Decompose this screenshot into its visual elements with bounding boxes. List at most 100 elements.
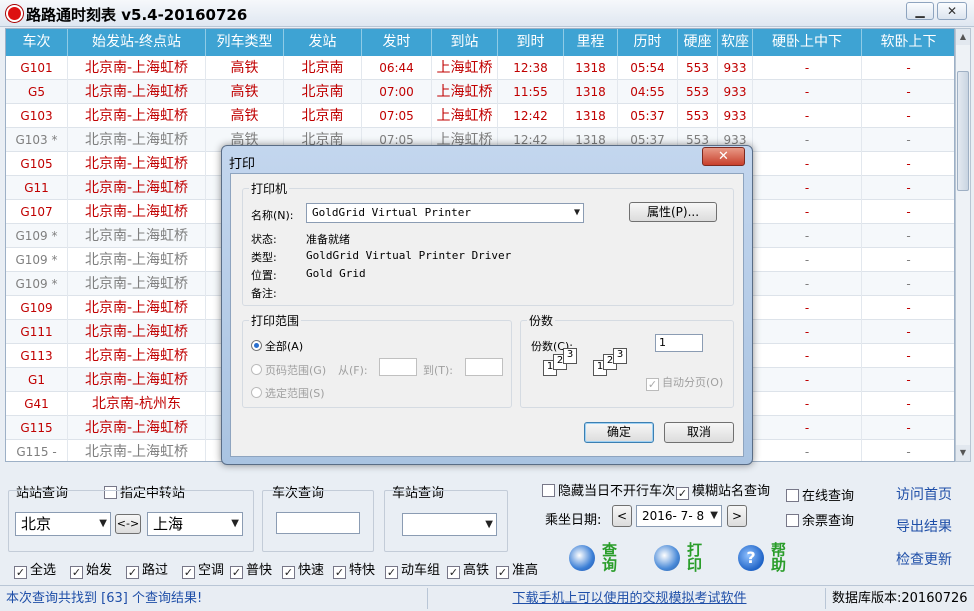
hide-checkbox[interactable]: 隐藏当日不开行车次 bbox=[542, 480, 675, 499]
table-cell: 12:38 bbox=[498, 56, 564, 80]
fuzzy-checkbox[interactable]: ✓ 模糊站名查询 bbox=[676, 480, 770, 500]
next-date-button[interactable]: > bbox=[727, 505, 747, 527]
scroll-up-icon[interactable]: ▲ bbox=[956, 29, 970, 45]
train-number-input[interactable] bbox=[276, 512, 360, 534]
table-cell: 北京南-杭州东 bbox=[68, 392, 206, 416]
chevron-down-icon: ▼ bbox=[573, 207, 580, 218]
printer-name-select[interactable]: GoldGrid Virtual Printer ▼ bbox=[306, 203, 584, 223]
table-cell: G109 * bbox=[6, 272, 68, 296]
column-header[interactable]: 软卧上下 bbox=[862, 29, 954, 56]
minimize-button[interactable]: ▁ bbox=[906, 2, 934, 20]
station-select[interactable]: ▼ bbox=[402, 513, 497, 536]
table-cell: - bbox=[862, 104, 954, 128]
filter-label: 全选 bbox=[30, 563, 57, 578]
swap-stations-button[interactable]: <-> bbox=[115, 514, 141, 534]
table-cell: 933 bbox=[718, 56, 753, 80]
scroll-down-icon[interactable]: ▼ bbox=[956, 445, 970, 461]
collate-checkbox[interactable]: ✓ 自动分页(O) bbox=[646, 374, 723, 391]
table-cell: G115 - bbox=[6, 440, 68, 461]
search-icon[interactable] bbox=[569, 545, 595, 571]
table-row[interactable]: G103 北京南-上海虹桥 高铁 北京南 07:05 上海虹桥 12:42 1318 05:37… bbox=[6, 104, 954, 128]
cancel-button[interactable]: 取消 bbox=[664, 422, 734, 443]
column-header[interactable]: 里程 bbox=[564, 29, 618, 56]
update-link[interactable]: 检查更新 bbox=[896, 549, 952, 569]
filter-checkbox[interactable]: ✓ 高铁 bbox=[447, 559, 489, 579]
selection-radio[interactable]: 选定范围(S) bbox=[251, 385, 325, 401]
ticket-checkbox[interactable]: 余票查询 bbox=[786, 510, 854, 529]
table-cell: - bbox=[753, 392, 862, 416]
filter-checkbox[interactable]: ✓ 动车组 bbox=[385, 559, 440, 579]
download-link[interactable]: 下载手机上可以使用的交规模拟考试软件 bbox=[430, 588, 826, 609]
table-cell: - bbox=[753, 344, 862, 368]
date-picker[interactable]: 2016- 7- 8 ▼ bbox=[636, 505, 722, 527]
column-header[interactable]: 发站 bbox=[284, 29, 362, 56]
close-window-button[interactable]: ✕ bbox=[937, 2, 967, 20]
home-link[interactable]: 访问首页 bbox=[896, 484, 952, 504]
to-station-select[interactable]: 上海 ▼ bbox=[147, 512, 243, 536]
grid-scrollbar[interactable]: ▲ ▼ bbox=[955, 28, 971, 462]
help-button[interactable]: 帮助 bbox=[771, 543, 787, 573]
table-cell: 07:00 bbox=[362, 80, 432, 104]
check-icon: ✓ bbox=[385, 566, 398, 579]
table-cell: - bbox=[753, 296, 862, 320]
filter-label: 路过 bbox=[142, 563, 169, 578]
table-cell: G111 bbox=[6, 320, 68, 344]
date-value: 2016- 7- 8 bbox=[642, 509, 705, 523]
printer-name-label: 名称(N): bbox=[251, 209, 294, 222]
ok-button[interactable]: 确定 bbox=[584, 422, 654, 443]
filter-checkbox[interactable]: ✓ 快速 bbox=[282, 559, 324, 579]
table-cell: 12:42 bbox=[498, 104, 564, 128]
printer-name-value: GoldGrid Virtual Printer bbox=[312, 206, 471, 219]
export-link[interactable]: 导出结果 bbox=[896, 516, 952, 536]
from-page-input[interactable] bbox=[379, 358, 417, 376]
to-page-input[interactable] bbox=[465, 358, 503, 376]
filter-label: 动车组 bbox=[401, 563, 441, 578]
check-icon: ✓ bbox=[447, 566, 460, 579]
filter-checkbox[interactable]: ✓ 准高 bbox=[496, 559, 538, 579]
column-header[interactable]: 到站 bbox=[432, 29, 498, 56]
scroll-thumb[interactable] bbox=[957, 71, 969, 191]
status-value: 准备就绪 bbox=[306, 233, 350, 246]
filter-label: 特快 bbox=[349, 563, 376, 578]
prev-date-button[interactable]: < bbox=[612, 505, 632, 527]
filter-checkbox[interactable]: ✓ 路过 bbox=[126, 559, 168, 579]
column-header[interactable]: 车次 bbox=[6, 29, 68, 56]
query-button[interactable]: 查询 bbox=[602, 543, 618, 573]
column-header[interactable]: 历时 bbox=[618, 29, 678, 56]
selection-label: 选定范围(S) bbox=[265, 387, 325, 400]
table-cell: - bbox=[862, 440, 954, 461]
column-header[interactable]: 硬卧上中下 bbox=[753, 29, 862, 56]
table-cell: 553 bbox=[678, 56, 718, 80]
all-pages-radio[interactable]: 全部(A) bbox=[251, 338, 303, 354]
table-cell: - bbox=[862, 176, 954, 200]
copies-input[interactable]: 1 bbox=[655, 334, 703, 352]
column-header[interactable]: 始发站-终点站 bbox=[68, 29, 206, 56]
table-cell: G5 bbox=[6, 80, 68, 104]
table-row[interactable]: G101 北京南-上海虹桥 高铁 北京南 06:44 上海虹桥 12:38 1318 05:54… bbox=[6, 56, 954, 80]
online-checkbox[interactable]: 在线查询 bbox=[786, 485, 854, 504]
column-header[interactable]: 到时 bbox=[498, 29, 564, 56]
table-cell: G109 * bbox=[6, 248, 68, 272]
filter-checkbox[interactable]: ✓ 特快 bbox=[333, 559, 375, 579]
help-icon[interactable]: ? bbox=[738, 545, 764, 571]
table-cell: 1318 bbox=[564, 104, 618, 128]
table-row[interactable]: G5 北京南-上海虹桥 高铁 北京南 07:00 上海虹桥 11:55 1318 04:55 55… bbox=[6, 80, 954, 104]
column-header[interactable]: 列车类型 bbox=[206, 29, 284, 56]
column-header[interactable]: 软座 bbox=[718, 29, 753, 56]
table-cell: - bbox=[862, 80, 954, 104]
table-cell: 553 bbox=[678, 80, 718, 104]
filter-checkbox[interactable]: ✓ 全选 bbox=[14, 559, 56, 579]
properties-button[interactable]: 属性(P)... bbox=[629, 202, 717, 222]
filter-label: 普快 bbox=[246, 563, 273, 578]
filter-checkbox[interactable]: ✓ 始发 bbox=[70, 559, 112, 579]
from-station-select[interactable]: 北京 ▼ bbox=[15, 512, 111, 536]
print-button[interactable]: 打印 bbox=[687, 543, 703, 573]
close-icon[interactable]: ✕ bbox=[702, 147, 745, 166]
printer-icon[interactable] bbox=[654, 545, 680, 571]
page-range-radio[interactable]: 页码范围(G) bbox=[251, 362, 326, 378]
table-cell: 北京南 bbox=[284, 104, 362, 128]
column-header[interactable]: 发时 bbox=[362, 29, 432, 56]
filter-checkbox[interactable]: ✓ 空调 bbox=[182, 559, 224, 579]
column-header[interactable]: 硬座 bbox=[678, 29, 718, 56]
filter-checkbox[interactable]: ✓ 普快 bbox=[230, 559, 272, 579]
